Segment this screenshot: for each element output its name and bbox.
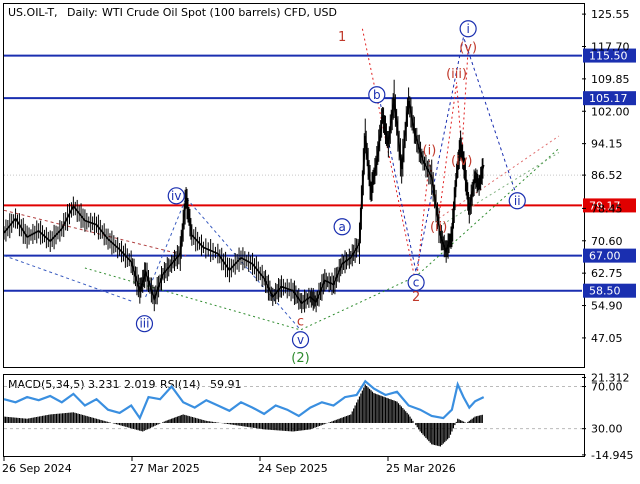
y-axis-tick-label: 109.85 [591,73,630,86]
wave-label: (i) [423,143,437,158]
y-axis-tick-label: 125.55 [591,8,630,21]
header-instrument: WTI Crude Oil Spot (100 barrels) CFD, US… [102,6,337,19]
wave-label: c [297,315,304,330]
wave-label: (iii) [446,67,467,82]
level-price-label: 105.17 [589,92,628,105]
indicator-y-tick-label: 70.00 [591,381,623,394]
indicator-rsi-value: 59.91 [210,378,242,391]
indicator-macd-params: MACD(5,34,5) [8,378,85,391]
y-axis-tick-label: 78.45 [591,202,623,215]
chart-background [0,0,640,480]
y-axis-tick-label: 117.70 [591,40,630,53]
x-axis-tick-label: 24 Sep 2025 [258,462,328,475]
wave-label: (v) [459,40,477,55]
wave-label: (2) [291,351,309,366]
level-price-label: 58.50 [589,285,621,298]
price-chart: US.OIL-T, Daily: WTI Crude Oil Spot (100… [0,0,640,480]
x-axis-tick-label: 25 Mar 2026 [386,462,456,475]
wave-label: c [413,275,420,289]
wave-label: iv [171,189,181,203]
header-symbol: US.OIL-T, [8,6,58,19]
y-axis-tick-label: 62.75 [591,267,623,280]
y-axis-tick-label: 102.00 [591,105,630,118]
wave-label: 1 [338,30,346,45]
wave-label: v [297,333,304,347]
y-axis-tick-label: 54.90 [591,300,623,313]
header-timeframe: Daily: [67,6,98,19]
level-price-label: 67.00 [589,250,621,263]
wave-label: (ii) [430,220,447,235]
indicator-y-tick-label: -14.945 [591,449,633,462]
chart-root: US.OIL-T, Daily: WTI Crude Oil Spot (100… [0,0,640,480]
wave-label: a [338,220,345,234]
wave-label: i [466,22,469,36]
indicator-y-tick-label: 30.00 [591,423,623,436]
wave-label: ii [514,194,521,208]
y-axis-tick-label: 47.05 [591,332,623,345]
y-axis-tick-label: 86.52 [591,169,623,182]
x-axis-tick-label: 27 Mar 2025 [130,462,200,475]
wave-label: b [373,88,381,102]
x-axis-tick-label: 26 Sep 2024 [2,462,72,475]
wave-label: (iv) [451,154,472,169]
wave-label: 2 [412,290,420,305]
y-axis-tick-label: 94.15 [591,138,623,151]
y-axis-tick-label: 70.60 [591,235,623,248]
wave-label: iii [139,317,149,331]
indicator-macd-signal: 2.019 [124,378,156,391]
indicator-rsi-params: RSI(14) [160,378,200,391]
indicator-macd-main: 3.231 [88,378,120,391]
